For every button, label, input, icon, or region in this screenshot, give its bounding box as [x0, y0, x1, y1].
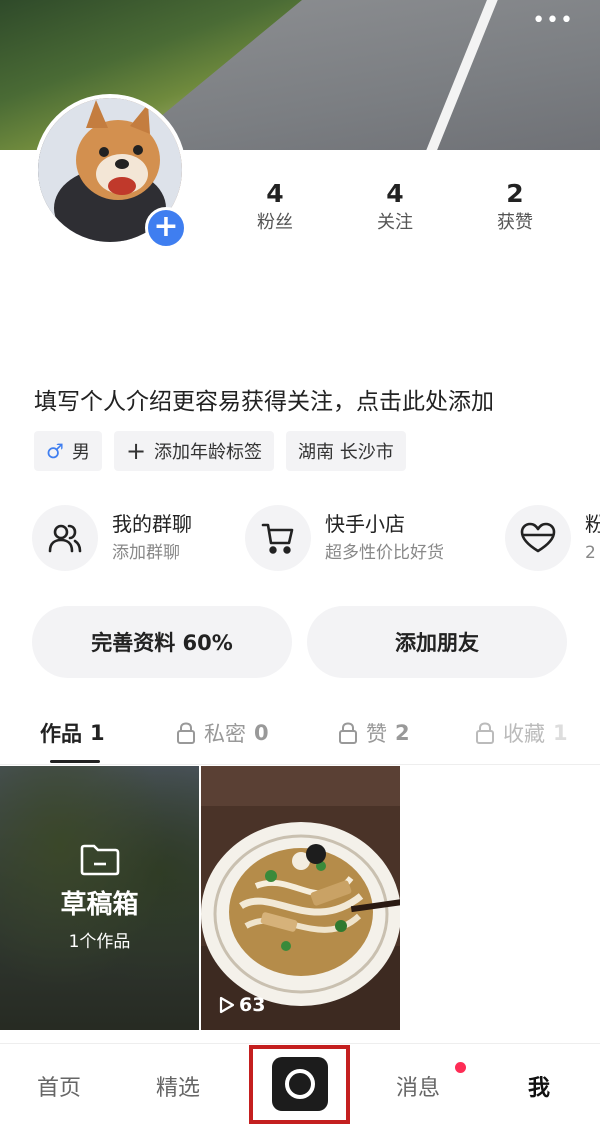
stat-label: 获赞	[497, 212, 533, 233]
stat-label: 关注	[377, 212, 413, 233]
tab-works[interactable]: 作品 1	[40, 718, 105, 748]
tab-label: 作品	[40, 722, 82, 746]
stat-number: 4	[386, 179, 404, 208]
folder-icon	[80, 844, 119, 876]
video-tile[interactable]: 63	[201, 766, 400, 1030]
drafts-count: 1个作品	[68, 932, 131, 952]
plus-icon: +	[125, 437, 147, 465]
add-avatar-button[interactable]: +	[145, 207, 187, 249]
stat-likes[interactable]: 2 获赞	[455, 178, 575, 236]
tab-count: 1	[90, 721, 105, 745]
bio-placeholder[interactable]: 填写个人介绍更容易获得关注，点击此处添加	[34, 382, 494, 416]
lock-icon	[177, 722, 195, 744]
drafts-tile[interactable]: 草稿箱 1个作品	[0, 766, 199, 1030]
stat-number: 2	[506, 179, 524, 208]
nav-me[interactable]: 我	[528, 1070, 550, 1102]
camera-button[interactable]	[272, 1057, 328, 1111]
gender-tag[interactable]: ♂ 男	[34, 431, 102, 471]
profile-stats: 4 粉丝 4 关注 2 获赞	[215, 178, 575, 236]
view-count-number: 63	[239, 994, 266, 1016]
stat-followers[interactable]: 4 粉丝	[215, 178, 335, 236]
view-count: 63	[219, 994, 265, 1016]
add-age-tag[interactable]: + 添加年龄标签	[113, 431, 275, 471]
tab-count: 1	[553, 721, 568, 745]
active-tab-indicator	[50, 760, 100, 763]
heart-icon	[505, 505, 571, 571]
feature-group-chat[interactable]: 我的群聊 添加群聊	[32, 505, 192, 571]
drafts-title: 草稿箱	[60, 890, 139, 920]
more-options-button[interactable]: •••	[532, 10, 574, 32]
age-tag-label: 添加年龄标签	[154, 442, 263, 463]
nav-featured[interactable]: 精选	[156, 1070, 200, 1102]
location-tag[interactable]: 湖南 长沙市	[286, 431, 406, 471]
feature-fans[interactable]: 粉 2	[505, 505, 600, 571]
tab-label: 私密	[204, 722, 246, 746]
stat-number: 4	[266, 179, 284, 208]
feature-subtitle: 2	[585, 543, 596, 563]
play-icon	[219, 996, 235, 1014]
tab-count: 0	[254, 721, 269, 745]
lock-icon	[476, 722, 494, 744]
message-badge-dot	[455, 1062, 466, 1073]
tab-private[interactable]: 私密 0	[176, 718, 269, 748]
male-icon: ♂	[46, 439, 64, 463]
feature-title: 我的群聊	[112, 512, 192, 536]
feature-shop[interactable]: 快手小店 超多性价比好货	[245, 505, 444, 571]
gender-label: 男	[71, 442, 90, 463]
tab-favorites[interactable]: 收藏 1	[475, 718, 568, 748]
feature-subtitle: 超多性价比好货	[325, 543, 444, 563]
feature-row: 我的群聊 添加群聊 快手小店 超多性价比好货 粉 2	[32, 505, 600, 577]
tab-likes[interactable]: 赞 2	[338, 718, 410, 748]
noodle-thumbnail	[201, 766, 400, 1030]
nav-home[interactable]: 首页	[37, 1070, 81, 1102]
profile-tags: ♂ 男 + 添加年龄标签 湖南 长沙市	[34, 431, 406, 471]
cart-icon	[245, 505, 311, 571]
camera-icon	[285, 1069, 315, 1099]
feature-title: 快手小店	[325, 512, 405, 536]
location-label: 湖南 长沙市	[298, 442, 394, 463]
stat-label: 粉丝	[257, 212, 293, 233]
lock-icon	[339, 722, 357, 744]
tab-label: 收藏	[503, 722, 545, 746]
nav-messages[interactable]: 消息	[396, 1070, 440, 1102]
stat-following[interactable]: 4 关注	[335, 178, 455, 236]
tab-count: 2	[395, 721, 410, 745]
complete-profile-button[interactable]: 完善资料 60%	[32, 606, 292, 678]
feature-title: 粉	[585, 512, 600, 536]
tab-label: 赞	[366, 722, 387, 746]
group-icon	[32, 505, 98, 571]
content-tabs: 作品 1 私密 0 赞 2 收藏 1	[0, 712, 600, 764]
add-friend-button[interactable]: 添加朋友	[307, 606, 567, 678]
tabs-divider	[0, 764, 600, 765]
feature-subtitle: 添加群聊	[112, 543, 180, 563]
